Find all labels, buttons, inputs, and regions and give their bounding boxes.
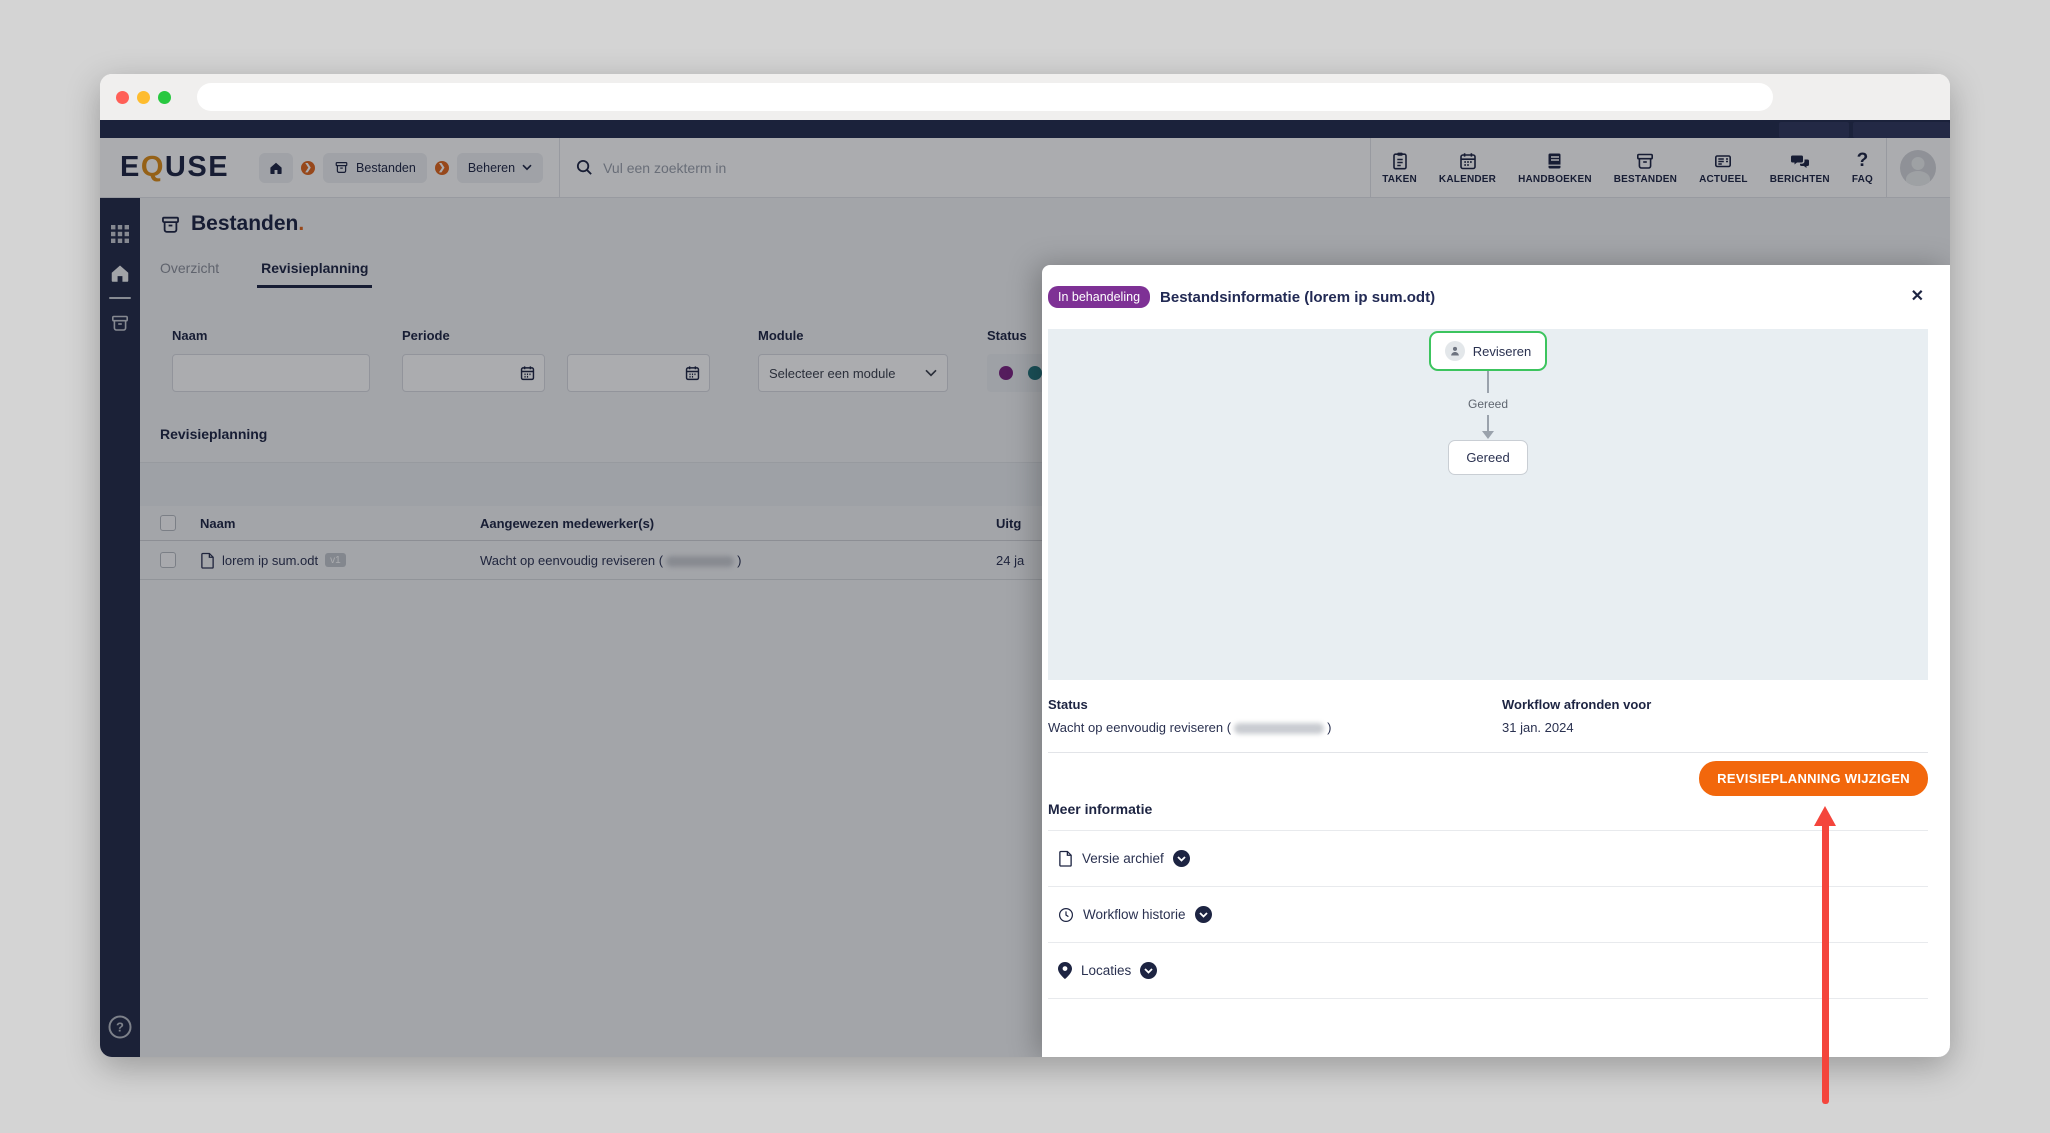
chevron-down-circle-icon[interactable] — [1194, 906, 1212, 923]
deadline-label: Workflow afronden voor — [1502, 697, 1652, 712]
close-icon[interactable]: ✕ — [1907, 285, 1928, 309]
accordion-workflow-historie[interactable]: Workflow historie — [1048, 887, 1928, 943]
close-window-button[interactable] — [116, 90, 129, 104]
web-page: EQUSE ❯ Bestanden ❯ Beheren Vul een zoek… — [100, 120, 1950, 1057]
more-info-accordion: Versie archief Workflow historie Locatie… — [1048, 830, 1928, 999]
workflow-arrowhead-icon — [1482, 431, 1494, 439]
accordion-versie-archief[interactable]: Versie archief — [1048, 831, 1928, 887]
workflow-node-reviseren[interactable]: Reviseren — [1428, 331, 1548, 371]
revisieplanning-wijzigen-button[interactable]: REVISIEPLANNING WIJZIGEN — [1699, 761, 1928, 796]
arrow-line — [1822, 824, 1829, 1104]
workflow-edge-label: Gereed — [1467, 397, 1509, 411]
chevron-down-circle-icon[interactable] — [1140, 962, 1158, 979]
accordion-locaties[interactable]: Locaties — [1048, 943, 1928, 999]
document-icon — [1058, 850, 1073, 867]
bestandsinformatie-panel: In behandeling Bestandsinformatie (lorem… — [1042, 265, 1950, 1057]
workflow-edge-line — [1487, 415, 1489, 431]
maximize-window-button[interactable] — [158, 90, 171, 104]
workflow-edge-line — [1487, 371, 1489, 393]
workflow-diagram: Reviseren Gereed Gereed — [1048, 329, 1928, 680]
url-bar[interactable] — [197, 83, 1773, 111]
desktop: EQUSE ❯ Bestanden ❯ Beheren Vul een zoek… — [0, 0, 2050, 1133]
browser-window: EQUSE ❯ Bestanden ❯ Beheren Vul een zoek… — [100, 74, 1950, 1057]
workflow-node-label: Reviseren — [1472, 343, 1532, 359]
browser-chrome — [100, 74, 1950, 120]
workflow-node-gereed: Gereed — [1448, 440, 1528, 475]
accordion-label: Versie archief — [1082, 851, 1164, 866]
accordion-label: Locaties — [1081, 963, 1132, 978]
status-value: Wacht op eenvoudig reviseren () — [1048, 720, 1332, 735]
clock-icon — [1058, 907, 1074, 923]
deadline-value: 31 jan. 2024 — [1502, 720, 1574, 735]
person-icon — [1444, 341, 1465, 361]
divider — [1048, 752, 1928, 753]
redacted-name — [1234, 723, 1325, 735]
more-info-heading: Meer informatie — [1048, 801, 1153, 817]
arrow-head-icon — [1814, 806, 1836, 826]
status-badge: In behandeling — [1048, 286, 1151, 308]
status-label: Status — [1048, 697, 1088, 712]
accordion-label: Workflow historie — [1083, 907, 1186, 922]
minimize-window-button[interactable] — [137, 90, 150, 104]
info-grid: Status Wacht op eenvoudig reviseren () W… — [1048, 697, 1928, 735]
traffic-lights — [116, 90, 171, 104]
panel-header: In behandeling Bestandsinformatie (lorem… — [1048, 265, 1928, 329]
panel-title: Bestandsinformatie (lorem ip sum.odt) — [1160, 288, 1436, 306]
chevron-down-circle-icon[interactable] — [1172, 850, 1190, 867]
location-pin-icon — [1058, 962, 1072, 979]
